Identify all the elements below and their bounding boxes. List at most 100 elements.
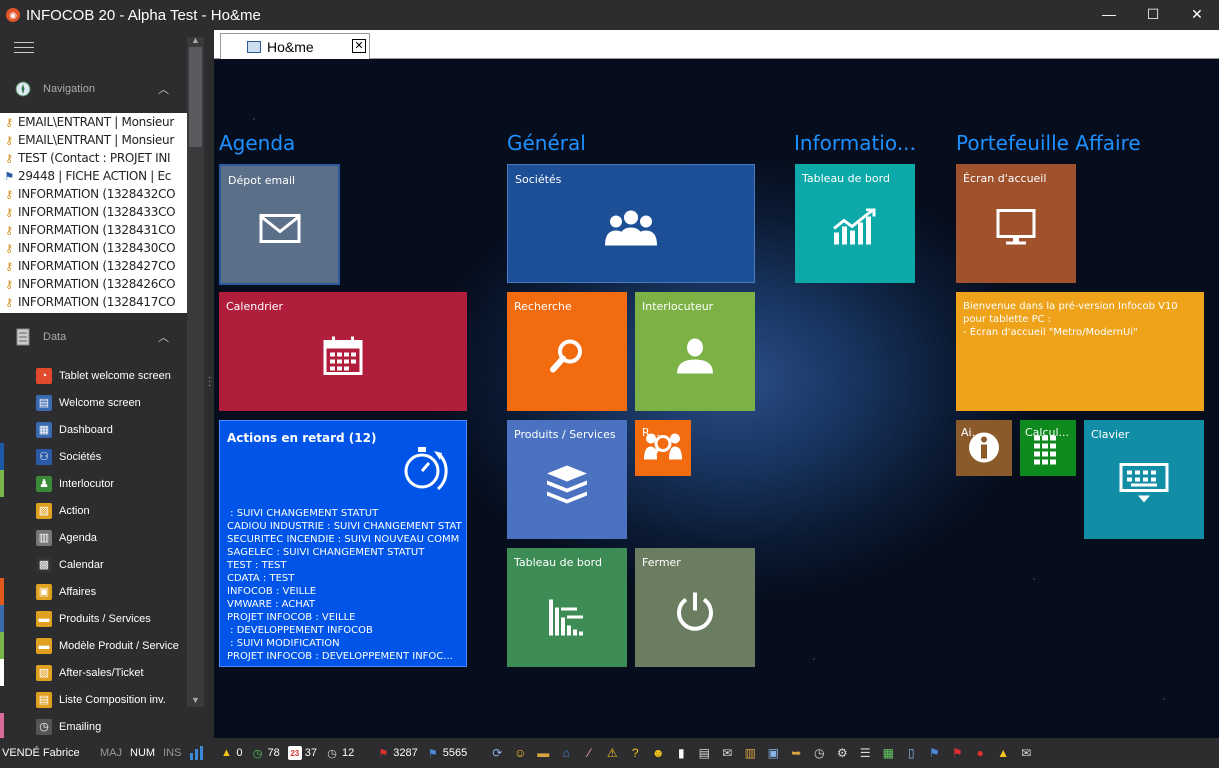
flag-red-icon[interactable]: ⚑ bbox=[949, 745, 965, 761]
scrollbar-thumb[interactable] bbox=[189, 47, 202, 147]
refresh-icon[interactable]: ⟳ bbox=[489, 745, 505, 761]
status-counter[interactable]: ⚑ 5565 bbox=[426, 746, 467, 760]
sidebar-item-soci-t-s[interactable]: ⚇ Sociétés bbox=[0, 443, 187, 470]
chevron-up-icon[interactable]: ︿ bbox=[158, 329, 169, 345]
warning-icon[interactable]: ⚠ bbox=[604, 745, 620, 761]
tile-recherche[interactable]: Recherche bbox=[507, 292, 627, 411]
tab-home[interactable]: Ho&me ✕ bbox=[220, 33, 370, 59]
status-counter[interactable]: 23 37 bbox=[287, 746, 317, 760]
tile-clavier[interactable]: Clavier bbox=[1084, 420, 1204, 539]
recent-item[interactable]: ⚷ EMAIL\ENTRANT | Monsieur bbox=[0, 113, 187, 131]
phone-icon[interactable]: ▯ bbox=[903, 745, 919, 761]
info-small-icon[interactable]: ▮ bbox=[673, 745, 689, 761]
recent-item[interactable]: ⚷ INFORMATION (1328431CO bbox=[0, 221, 187, 239]
sidebar-item-emailing[interactable]: ◷ Emailing bbox=[0, 713, 187, 740]
recent-item[interactable]: ⚷ INFORMATION (1328433CO bbox=[0, 203, 187, 221]
data-section-header[interactable]: Data ︿ bbox=[0, 326, 187, 348]
sidebar-item-mod-le-produit-service[interactable]: ▬ Modèle Produit / Service bbox=[0, 632, 187, 659]
contact-icon: ♟ bbox=[36, 475, 52, 492]
sidebar-scrollbar[interactable]: ▲ ▼ bbox=[187, 35, 204, 707]
recent-item[interactable]: ⚷ INFORMATION (1328417CO bbox=[0, 293, 187, 311]
sidebar-item-interlocutor[interactable]: ♟ Interlocutor bbox=[0, 470, 187, 497]
tile-ecran-accueil[interactable]: Écran d'accueil bbox=[956, 164, 1076, 283]
sidebar-item-dashboard[interactable]: ▦ Dashboard bbox=[0, 416, 187, 443]
tile-societes[interactable]: Sociétés bbox=[507, 164, 755, 283]
home-tab-icon bbox=[247, 40, 261, 53]
sidebar-item-after-sales-ticket[interactable]: ▧ After-sales/Ticket bbox=[0, 659, 187, 686]
emoji-icon[interactable]: ☻ bbox=[650, 745, 666, 761]
tile-tableau-de-bord-green[interactable]: Tableau de bord bbox=[507, 548, 627, 667]
tile-calculatrice[interactable]: Calcul... bbox=[1020, 420, 1076, 476]
sidebar-item-label: Emailing bbox=[59, 720, 102, 733]
clock-icon[interactable]: ◷ bbox=[811, 745, 827, 761]
mail-send-icon[interactable]: ✉ bbox=[1018, 745, 1034, 761]
welcome-screen-icon: ▤ bbox=[36, 394, 52, 411]
tile-depot-email[interactable]: Dépot email bbox=[219, 164, 340, 285]
smiley-icon[interactable]: ☺ bbox=[512, 745, 528, 761]
navigation-icon bbox=[14, 80, 32, 98]
flag-blue-icon[interactable]: ⚑ bbox=[926, 745, 942, 761]
close-window-button[interactable]: ✕ bbox=[1175, 0, 1219, 28]
key-icon: ⚷ bbox=[5, 259, 13, 273]
sidebar-item-agenda[interactable]: ▥ Agenda bbox=[0, 524, 187, 551]
scroll-up-icon[interactable]: ▲ bbox=[191, 35, 200, 45]
sidebar-item-welcome-screen[interactable]: ▤ Welcome screen bbox=[0, 389, 187, 416]
sidebar-item-action[interactable]: ▧ Action bbox=[0, 497, 187, 524]
recent-item[interactable]: ⚑ 29448 | FICHE ACTION | Ec bbox=[0, 167, 187, 185]
sidebar-item-liste-composition-inv[interactable]: ▤ Liste Composition inv. bbox=[0, 686, 187, 713]
tile-tableau-de-bord-teal[interactable]: Tableau de bord bbox=[795, 164, 915, 283]
sidebar-item-calendar[interactable]: ▩ Calendar bbox=[0, 551, 187, 578]
tile-produits-services[interactable]: Produits / Services bbox=[507, 420, 627, 539]
bar-chart-small-icon[interactable] bbox=[189, 745, 205, 761]
status-counter[interactable]: ◷ 12 bbox=[325, 746, 354, 760]
mail-icon[interactable]: ✉ bbox=[719, 745, 735, 761]
recent-item[interactable]: ⚷ TEST (Contact : PROJET INI bbox=[0, 149, 187, 167]
hamburger-menu-icon[interactable] bbox=[14, 42, 34, 54]
tile-calendrier[interactable]: Calendrier bbox=[219, 292, 467, 411]
products-icon: ▬ bbox=[36, 610, 52, 627]
tile-interlocuteur[interactable]: Interlocuteur bbox=[635, 292, 755, 411]
notification-bell-icon[interactable]: ▲ bbox=[995, 745, 1011, 761]
export-icon[interactable]: ➥ bbox=[788, 745, 804, 761]
recent-item[interactable]: ⚷ INFORMATION (1328426CO bbox=[0, 275, 187, 293]
action-line: PROJET INFOCOB : VEILLE bbox=[227, 612, 356, 623]
status-counter[interactable]: ▲ 0 bbox=[219, 746, 243, 760]
sidebar-item-tablet-welcome-screen[interactable]: ◔ Tablet welcome screen bbox=[0, 362, 187, 389]
home-icon[interactable]: ⌂ bbox=[558, 745, 574, 761]
recent-item[interactable]: ⚷ INFORMATION (1328430CO bbox=[0, 239, 187, 257]
recent-item[interactable]: ⚷ EMAIL\ENTRANT | Monsieur bbox=[0, 131, 187, 149]
tile-recherche-interlocuteur[interactable]: R... bbox=[635, 420, 691, 476]
scroll-down-icon[interactable]: ▼ bbox=[191, 695, 200, 705]
minimize-button[interactable]: — bbox=[1087, 0, 1131, 28]
splitter-grip-icon[interactable]: · · · bbox=[208, 373, 211, 391]
status-counter[interactable]: ◷ 78 bbox=[251, 746, 280, 760]
chevron-up-icon[interactable]: ︿ bbox=[158, 81, 169, 97]
window-icon[interactable]: ▣ bbox=[765, 745, 781, 761]
screens-icon[interactable]: ▦ bbox=[880, 745, 896, 761]
fax-icon[interactable]: ▤ bbox=[696, 745, 712, 761]
tile-aide[interactable]: Ai... bbox=[956, 420, 1012, 476]
sidebar-splitter[interactable]: · · · bbox=[204, 30, 214, 738]
list-icon[interactable]: ☰ bbox=[857, 745, 873, 761]
navigation-section-header[interactable]: Navigation ︿ bbox=[0, 78, 187, 100]
sidebar-item-produits-services[interactable]: ▬ Produits / Services bbox=[0, 605, 187, 632]
folder-icon[interactable]: ▬ bbox=[535, 745, 551, 761]
tile-actions-en-retard[interactable]: Actions en retard (12) : SUIVI CHANGEMEN… bbox=[219, 420, 467, 667]
status-counter[interactable]: ⚑ 3287 bbox=[376, 746, 417, 760]
tile-bienvenue[interactable]: Bienvenue dans la pré-version Infocob V1… bbox=[956, 292, 1204, 411]
gear-icon[interactable]: ⚙ bbox=[834, 745, 850, 761]
tablet-screen-icon: ◔ bbox=[36, 367, 52, 384]
recent-item[interactable]: ⚷ INFORMATION (1328427CO bbox=[0, 257, 187, 275]
stack-icon bbox=[545, 464, 589, 507]
help-icon[interactable]: ? bbox=[627, 745, 643, 761]
key-icon: ⚷ bbox=[5, 241, 13, 255]
location-pin-icon[interactable]: ● bbox=[972, 745, 988, 761]
maximize-button[interactable]: ☐ bbox=[1131, 0, 1175, 28]
recent-item[interactable]: ⚷ INFORMATION (1328432CO bbox=[0, 185, 187, 203]
tab-close-button[interactable]: ✕ bbox=[352, 39, 366, 53]
database-icon[interactable]: ▥ bbox=[742, 745, 758, 761]
product-model-icon: ▬ bbox=[36, 637, 52, 654]
sidebar-item-affaires[interactable]: ▣ Affaires bbox=[0, 578, 187, 605]
wand-icon[interactable]: ⁄ bbox=[581, 745, 597, 761]
tile-fermer[interactable]: Fermer bbox=[635, 548, 755, 667]
